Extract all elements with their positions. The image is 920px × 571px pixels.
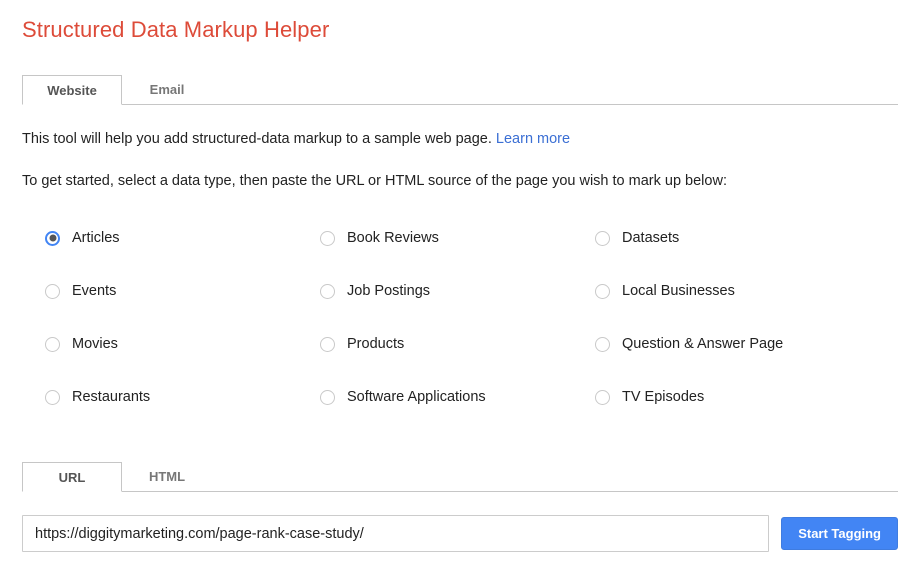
radio-label-restaurants: Restaurants xyxy=(72,390,150,405)
tab-url[interactable]: URL xyxy=(22,462,122,492)
tab-website[interactable]: Website xyxy=(22,75,122,105)
radio-label-software-applications: Software Applications xyxy=(347,390,486,405)
radio-icon xyxy=(595,390,610,405)
source-tabstrip: URL HTML xyxy=(22,461,898,492)
page-title: Structured Data Markup Helper xyxy=(22,17,329,43)
radio-label-question-answer-page: Question & Answer Page xyxy=(622,337,783,352)
radio-icon xyxy=(320,390,335,405)
top-tabs-row: Website Email xyxy=(22,75,898,104)
radio-option-software-applications[interactable]: Software Applications xyxy=(320,386,595,408)
radio-option-tv-episodes[interactable]: TV Episodes xyxy=(595,386,875,408)
source-input-row: Start Tagging xyxy=(22,515,898,552)
radio-label-tv-episodes: TV Episodes xyxy=(622,390,704,405)
radio-label-datasets: Datasets xyxy=(622,231,679,246)
radio-label-articles: Articles xyxy=(72,231,120,246)
radio-icon xyxy=(45,284,60,299)
radio-option-book-reviews[interactable]: Book Reviews xyxy=(320,227,595,249)
tab-html[interactable]: HTML xyxy=(122,461,212,491)
tab-email[interactable]: Email xyxy=(122,74,212,104)
radio-label-job-postings: Job Postings xyxy=(347,284,430,299)
radio-option-products[interactable]: Products xyxy=(320,333,595,355)
radio-icon xyxy=(595,337,610,352)
learn-more-link[interactable]: Learn more xyxy=(496,131,570,147)
radio-label-products: Products xyxy=(347,337,404,352)
radio-option-question-answer-page[interactable]: Question & Answer Page xyxy=(595,333,875,355)
radio-label-movies: Movies xyxy=(72,337,118,352)
radio-icon xyxy=(595,284,610,299)
intro-line-1-text: This tool will help you add structured-d… xyxy=(22,131,492,147)
start-tagging-button[interactable]: Start Tagging xyxy=(781,517,898,550)
radio-icon xyxy=(45,337,60,352)
radio-option-job-postings[interactable]: Job Postings xyxy=(320,280,595,302)
radio-option-restaurants[interactable]: Restaurants xyxy=(45,386,320,408)
radio-option-events[interactable]: Events xyxy=(45,280,320,302)
radio-option-datasets[interactable]: Datasets xyxy=(595,227,875,249)
radio-icon xyxy=(320,231,335,246)
intro-line-2: To get started, select a data type, then… xyxy=(22,173,727,189)
top-tabstrip: Website Email xyxy=(22,75,898,105)
radio-icon-selected xyxy=(45,231,60,246)
radio-label-book-reviews: Book Reviews xyxy=(347,231,439,246)
url-input[interactable] xyxy=(22,515,769,552)
radio-option-local-businesses[interactable]: Local Businesses xyxy=(595,280,875,302)
intro-line-1: This tool will help you add structured-d… xyxy=(22,131,570,147)
radio-option-articles[interactable]: Articles xyxy=(45,227,320,249)
radio-icon xyxy=(320,337,335,352)
radio-label-local-businesses: Local Businesses xyxy=(622,284,735,299)
source-tabs-row: URL HTML xyxy=(22,461,898,491)
radio-label-events: Events xyxy=(72,284,116,299)
radio-icon xyxy=(595,231,610,246)
radio-icon xyxy=(320,284,335,299)
radio-icon xyxy=(45,390,60,405)
data-type-radio-group: Articles Book Reviews Datasets Events Jo… xyxy=(45,227,875,439)
radio-option-movies[interactable]: Movies xyxy=(45,333,320,355)
